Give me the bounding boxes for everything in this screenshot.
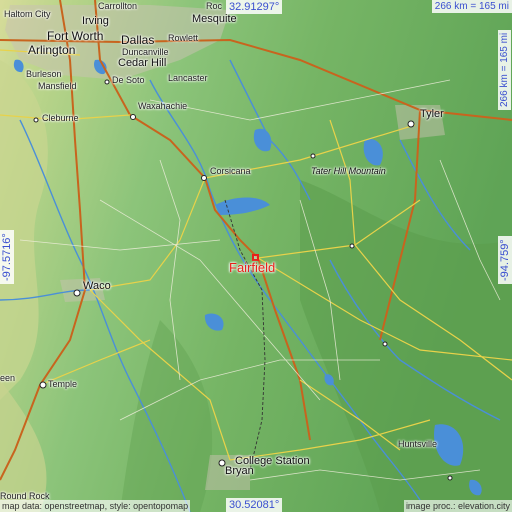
city-label-fort-worth: Fort Worth [47, 29, 104, 43]
city-label-waco: Waco [83, 280, 111, 292]
city-label-temple: Temple [48, 379, 78, 389]
city-label-rowlett: Rowlett [168, 33, 199, 43]
south-latitude: 30.52081° [226, 498, 283, 512]
place-name-label: Fairfield [229, 260, 276, 275]
city-label-waxahachie: Waxahachie [138, 101, 188, 111]
attribution-image-proc: image proc.: elevation.city [403, 500, 512, 512]
city-label-arlington: Arlington [28, 43, 76, 57]
west-longitude: -97.5716° [0, 230, 14, 284]
city-label-mesquite: Mesquite [192, 13, 237, 25]
topographic-map[interactable]: Haltom City Irving Carrollton Roc Mesqui… [0, 0, 512, 512]
city-label-haltom-city: Haltom City [4, 9, 51, 19]
north-latitude: 32.91297° [226, 0, 283, 14]
city-label-killeen: een [0, 373, 16, 383]
city-label-rockwall: Roc [206, 1, 223, 11]
attribution-map-data: map data: openstreetmap, style: opentopo… [0, 500, 191, 512]
east-longitude: -94.759° [498, 236, 512, 284]
city-label-de-soto: De Soto [112, 75, 145, 85]
peak-label-tater-hill: Tater Hill Mountain [311, 166, 386, 176]
city-label-dallas: Dallas [121, 33, 155, 47]
city-label-college-station: College Station [235, 455, 310, 467]
city-label-huntsville: Huntsville [398, 439, 438, 449]
city-label-lancaster: Lancaster [168, 73, 208, 83]
city-label-cedar-hill: Cedar Hill [118, 57, 167, 69]
city-label-duncanville: Duncanville [122, 47, 169, 57]
city-label-bryan: Bryan [225, 465, 254, 477]
city-label-carrollton: Carrollton [98, 1, 138, 11]
city-label-irving: Irving [82, 15, 109, 27]
city-label-corsicana: Corsicana [210, 166, 251, 176]
city-label-burleson: Burleson [26, 69, 62, 79]
city-label-tyler: Tyler [420, 108, 444, 120]
city-label-cleburne: Cleburne [42, 113, 79, 123]
city-label-mansfield: Mansfield [38, 81, 77, 91]
scale-vertical: 266 km = 165 mi [498, 29, 511, 110]
scale-horizontal: 266 km = 165 mi [431, 0, 512, 13]
